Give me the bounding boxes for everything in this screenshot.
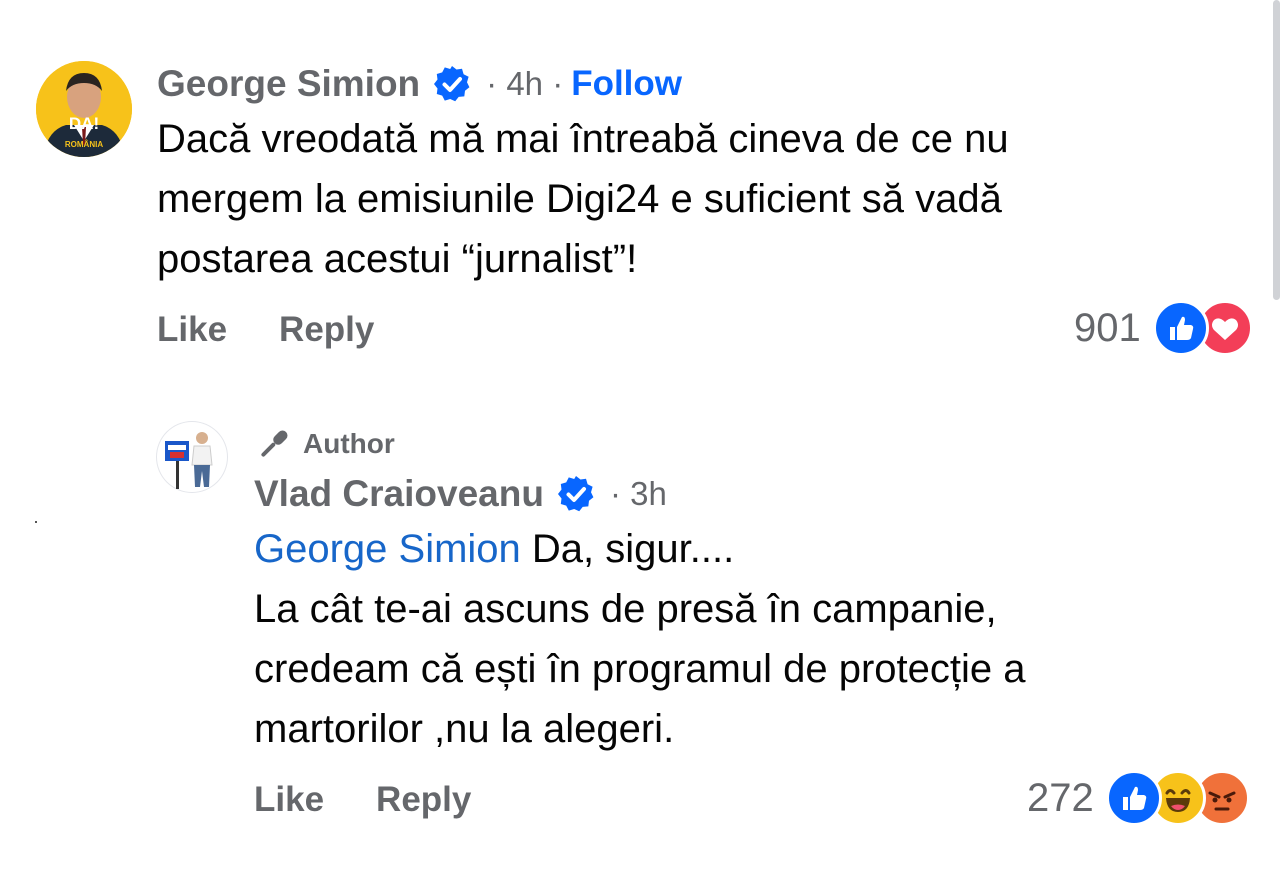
reply-text-line: martorilor ,nu la alegeri. bbox=[254, 707, 675, 751]
reply-text-first-line: Da, sigur.... bbox=[520, 527, 735, 571]
reaction-count: 272 bbox=[1027, 775, 1094, 820]
comment-header: George Simion · 4h · Follow bbox=[157, 62, 682, 106]
like-icon bbox=[1105, 770, 1162, 826]
verified-badge-icon bbox=[432, 64, 472, 104]
author-badge-label: Author bbox=[303, 428, 395, 459]
author-name[interactable]: George Simion bbox=[157, 63, 420, 105]
reply-text-line: La cât te-ai ascuns de presă în campanie… bbox=[254, 587, 997, 631]
reply-header: Vlad Craioveanu · 3h bbox=[254, 472, 667, 516]
mention-link[interactable]: George Simion bbox=[254, 527, 521, 571]
reply-text-line: George Simion Da, sigur.... bbox=[254, 519, 1026, 579]
avatar-logo-subtext: ROMÂNIA bbox=[64, 140, 104, 149]
comment-text-line: mergem la emisiunile Digi24 e suficient … bbox=[157, 177, 1002, 221]
reply-actions: Like Reply bbox=[254, 780, 471, 820]
reaction-summary[interactable]: 901 bbox=[1074, 300, 1253, 356]
verified-badge-icon bbox=[556, 474, 596, 514]
like-button[interactable]: Like bbox=[254, 780, 324, 820]
follow-button[interactable]: Follow bbox=[571, 64, 682, 104]
comment-timestamp[interactable]: · 4h · bbox=[486, 65, 563, 103]
avatar[interactable] bbox=[156, 421, 228, 493]
reply-timestamp[interactable]: · 3h bbox=[610, 475, 667, 513]
scrollbar[interactable] bbox=[1273, 0, 1280, 300]
divider-dot bbox=[35, 521, 37, 523]
author-badge: Author bbox=[255, 425, 395, 463]
comment-text: Dacă vreodată mă mai întreabă cineva de … bbox=[157, 109, 1009, 289]
reply-button[interactable]: Reply bbox=[376, 780, 471, 820]
reply-text-line: credeam că ești în programul de protecți… bbox=[254, 647, 1026, 691]
avatar[interactable]: DA! ROMÂNIA bbox=[36, 61, 132, 157]
reply-text: George Simion Da, sigur.... La cât te-ai… bbox=[254, 519, 1026, 759]
microphone-icon bbox=[255, 425, 293, 463]
comment-text-line: postarea acestui “jurnalist”! bbox=[157, 237, 638, 281]
reply-button[interactable]: Reply bbox=[279, 310, 374, 350]
comment-text-line: Dacă vreodată mă mai întreabă cineva de … bbox=[157, 117, 1009, 161]
reaction-count: 901 bbox=[1074, 305, 1141, 350]
like-button[interactable]: Like bbox=[157, 310, 227, 350]
avatar-portrait-icon bbox=[165, 432, 213, 489]
avatar-logo-text: DA! bbox=[68, 114, 100, 133]
comment-actions: Like Reply bbox=[157, 310, 374, 350]
like-icon bbox=[1152, 300, 1209, 356]
author-name[interactable]: Vlad Craioveanu bbox=[254, 473, 544, 515]
reaction-summary[interactable]: 272 bbox=[1027, 770, 1250, 826]
